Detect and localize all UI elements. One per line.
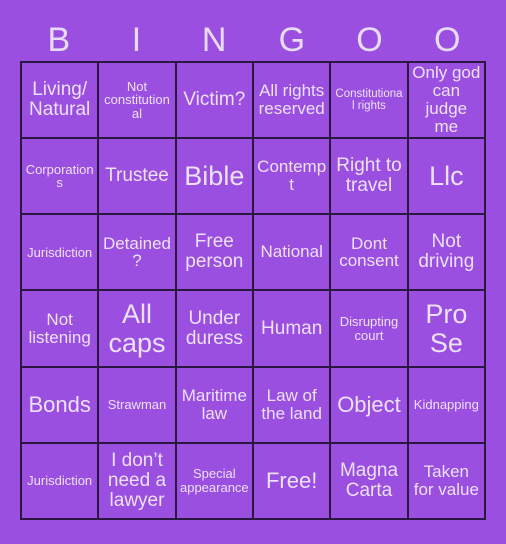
bingo-header-letter-3: G (278, 20, 306, 59)
bingo-cell[interactable]: Law of the land (254, 367, 332, 444)
bingo-cell[interactable]: Strawman (99, 367, 177, 444)
bingo-cell[interactable]: Free! (254, 443, 332, 520)
bingo-cell-label: Kidnapping (413, 396, 479, 412)
bingo-cell[interactable]: Living/ Natural (22, 63, 100, 140)
bingo-cell-label: Maritime law (181, 385, 247, 423)
bingo-cell[interactable]: Taken for value (408, 443, 486, 520)
bingo-header-letter-0: B (47, 20, 71, 59)
bingo-cell-label: Dont consent (339, 233, 399, 271)
bingo-cell[interactable]: Magna Carta (331, 443, 409, 520)
bingo-cell-label: I don’t need a lawyer (107, 450, 167, 511)
bingo-cell[interactable]: Only god can judge me (408, 63, 486, 140)
bingo-cell-label: Corporations (25, 161, 94, 191)
bingo-cell-label: Object (337, 392, 401, 418)
bingo-cell[interactable]: Pro Se (408, 291, 486, 368)
bingo-cell[interactable]: Constitutional rights (331, 63, 409, 140)
bingo-header: BINGOO (20, 18, 486, 61)
bingo-cell[interactable]: Detained? (99, 215, 177, 292)
bingo-header-letter-2: N (201, 20, 227, 59)
bingo-cell-label: Special appearance (179, 466, 249, 495)
bingo-cell-label: Bible (184, 161, 245, 192)
bingo-cell-label: Detained? (102, 233, 172, 271)
bingo-cell[interactable]: Trustee (99, 139, 177, 216)
bingo-cell-label: Contempt (257, 157, 327, 195)
bingo-cell[interactable]: Disrupting court (331, 291, 409, 368)
bingo-cell-label: Jurisdiction (27, 244, 93, 260)
bingo-cell-label: Human (261, 317, 323, 339)
bingo-cell[interactable]: All caps (99, 291, 177, 368)
bingo-cell[interactable]: Object (331, 367, 409, 444)
bingo-header-letter-1: I (131, 20, 142, 59)
bingo-cell-label: Free! (265, 468, 318, 494)
bingo-grid: Living/ Natural Not constitutional Victim?… (20, 61, 486, 520)
bingo-header-letter-4: O (356, 20, 383, 59)
bingo-cell-label: Law of the land (261, 385, 322, 423)
bingo-cell-label: Strawman (107, 396, 167, 412)
bingo-cell-label: Victim? (183, 89, 246, 111)
bingo-cell[interactable]: Contempt (254, 139, 332, 216)
bingo-cell-label: Not driving (418, 231, 475, 273)
bingo-cell-label: Living/ Natural (29, 79, 91, 121)
bingo-cell-label: Only god can judge me (412, 63, 481, 136)
bingo-cell-label: Under duress (185, 307, 243, 349)
bingo-cell[interactable]: Dont consent (331, 215, 409, 292)
bingo-cell-label: Magna Carta (339, 459, 399, 501)
bingo-cell-label: Bonds (28, 392, 91, 418)
bingo-cell[interactable]: Llc (408, 139, 486, 216)
bingo-cell[interactable]: I don’t need a lawyer (99, 443, 177, 520)
bingo-cell-label: Right to travel (336, 155, 402, 197)
bingo-cell-label: Disrupting court (339, 313, 399, 343)
bingo-cell-label: Pro Se (425, 299, 468, 358)
bingo-cell-label: Not constitutional (104, 78, 170, 121)
bingo-card: B I N G O O Living/ Natural Not constitutional… (0, 0, 506, 544)
bingo-cell[interactable]: Human (254, 291, 332, 368)
bingo-cell[interactable]: Free person (176, 215, 254, 292)
bingo-header-letter-5: O (433, 20, 461, 59)
bingo-cell-label: All caps (108, 299, 166, 358)
bingo-cell-label: Trustee (105, 165, 169, 187)
bingo-cell[interactable]: Right to travel (331, 139, 409, 216)
bingo-cell-label: Llc (429, 161, 464, 192)
bingo-cell[interactable]: All rights reserved (254, 63, 332, 140)
bingo-cell-label: Jurisdiction (27, 473, 93, 489)
bingo-cell[interactable]: Corporations (22, 139, 100, 216)
bingo-cell[interactable]: Special appearance (176, 443, 254, 520)
bingo-cell[interactable]: Maritime law (176, 367, 254, 444)
bingo-cell[interactable]: Not driving (408, 215, 486, 292)
bingo-cell[interactable]: Not constitutional (99, 63, 177, 140)
bingo-cell[interactable]: Victim? (176, 63, 254, 140)
bingo-cell[interactable]: Jurisdiction (22, 443, 100, 520)
bingo-cell[interactable]: Under duress (176, 291, 254, 368)
bingo-cell-label: Taken for value (413, 462, 479, 499)
bingo-cell[interactable]: Bonds (22, 367, 100, 444)
bingo-cell-label: National (260, 242, 323, 262)
bingo-cell-label: Free person (185, 231, 244, 273)
bingo-cell[interactable]: National (254, 215, 332, 292)
bingo-cell-label: Not listening (28, 309, 91, 347)
bingo-cell[interactable]: Jurisdiction (22, 215, 100, 292)
bingo-cell[interactable]: Bible (176, 139, 254, 216)
bingo-cell-label: Constitutional rights (335, 88, 403, 113)
bingo-cell-label: All rights reserved (258, 81, 325, 119)
bingo-cell[interactable]: Kidnapping (408, 367, 486, 444)
bingo-cell[interactable]: Not listening (22, 291, 100, 368)
